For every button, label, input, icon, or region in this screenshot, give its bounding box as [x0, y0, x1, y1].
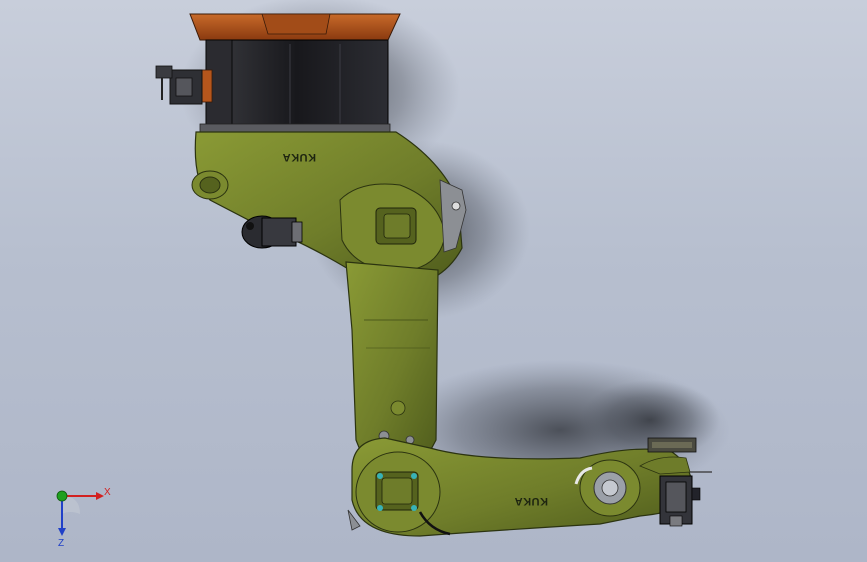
x-axis-label: X [104, 487, 111, 498]
orientation-triad: X Z [56, 487, 111, 548]
z-arrow-icon [58, 528, 66, 536]
kuka-logo-upper: KUKA [282, 151, 316, 163]
axis-motor[interactable] [241, 215, 303, 249]
kuka-logo-lower: KUKA [514, 495, 548, 507]
end-effector[interactable] [659, 475, 701, 527]
robot-upper-arm[interactable] [345, 261, 439, 471]
z-axis-label: Z [58, 538, 64, 548]
cad-viewport[interactable]: KUKA KUKA X Z [0, 0, 867, 562]
connector-housing[interactable] [155, 65, 203, 105]
robot-model-scene[interactable]: KUKA KUKA [0, 0, 867, 562]
y-axis-icon [56, 490, 68, 502]
x-arrow-icon [96, 492, 104, 500]
robot-base[interactable] [189, 13, 401, 135]
